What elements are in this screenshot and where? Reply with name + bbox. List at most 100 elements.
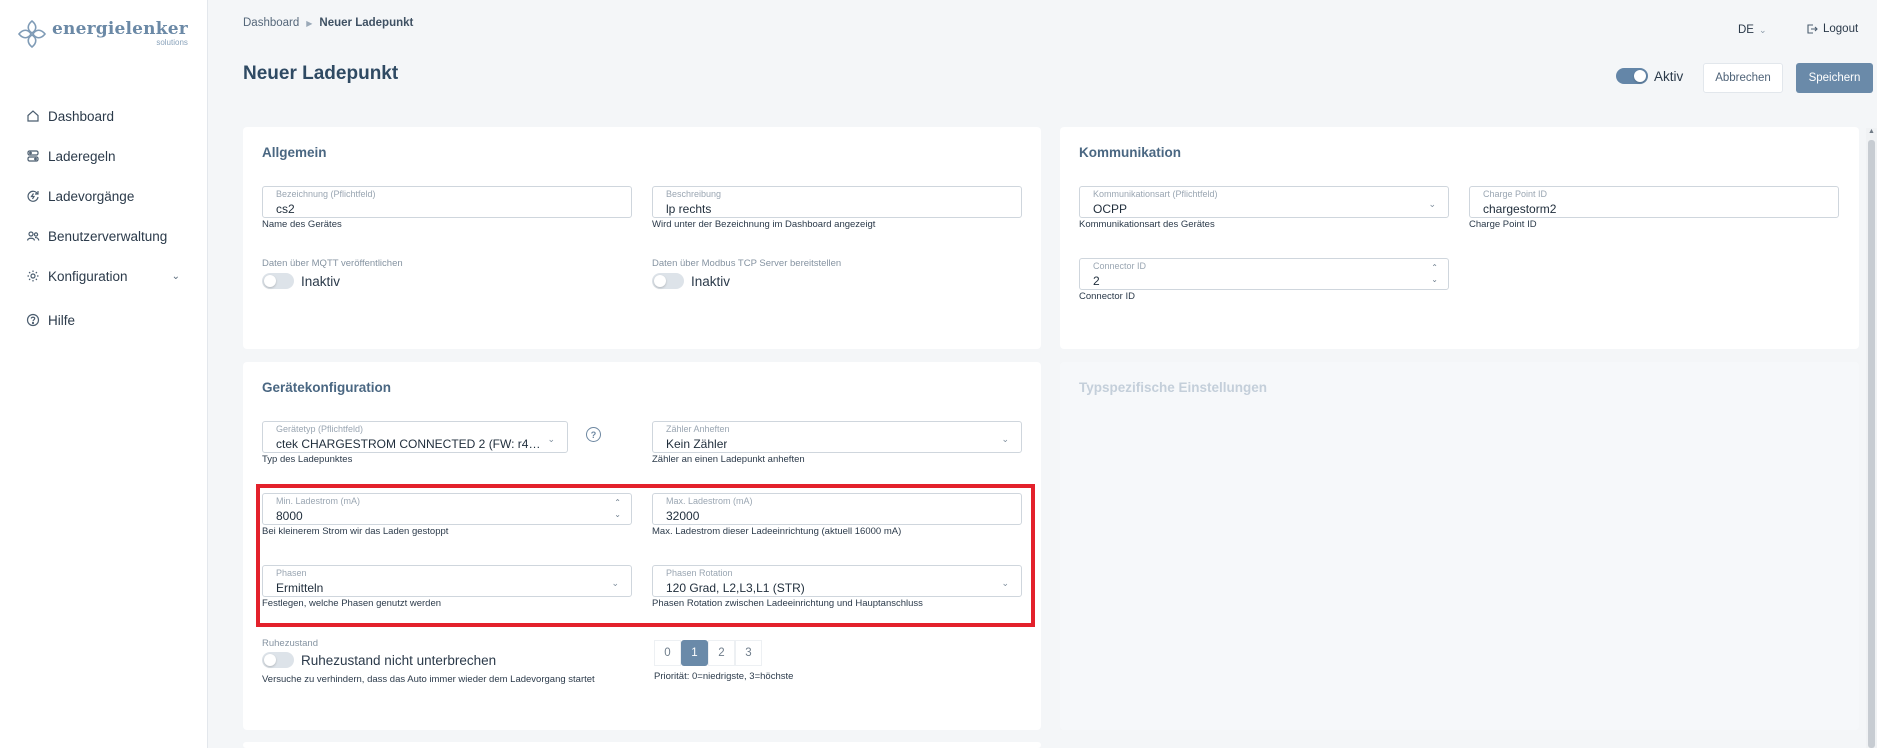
logout-label: Logout <box>1823 23 1859 35</box>
ruhezustand-label: Ruhezustand <box>262 638 318 649</box>
priority-option-2[interactable]: 2 <box>708 640 735 666</box>
users-icon <box>26 229 40 243</box>
kommunikationsart-value: OCPP <box>1093 202 1128 216</box>
logout-button[interactable]: Logout <box>1806 23 1858 35</box>
charge-point-id-hint: Charge Point ID <box>1469 219 1537 230</box>
zaehler-value: Kein Zähler <box>666 437 728 451</box>
charge-point-id-value: chargestorm2 <box>1483 202 1557 216</box>
save-button[interactable]: Speichern <box>1796 63 1873 93</box>
cancel-button[interactable]: Abbrechen <box>1703 63 1783 93</box>
chevron-down-icon: ⌄ <box>547 434 555 444</box>
beschreibung-label: Beschreibung <box>666 189 722 199</box>
kommunikationsart-hint: Kommunikationsart des Gerätes <box>1079 219 1215 230</box>
connector-id-hint: Connector ID <box>1079 291 1135 302</box>
question-help-icon[interactable]: ? <box>586 427 601 442</box>
card-next-peek <box>243 742 1041 748</box>
breadcrumb-current: Neuer Ladepunkt <box>319 17 414 29</box>
mqtt-toggle[interactable] <box>262 273 294 289</box>
logo-icon <box>17 19 47 49</box>
zaehler-select[interactable]: Zähler Anheften Kein Zähler ⌄ <box>652 421 1022 453</box>
sidebar-nav: Dashboard Laderegeln Ladevorgänge Benutz… <box>0 96 208 340</box>
bezeichnung-field[interactable]: Bezeichnung (Pflichtfeld) cs2 <box>262 186 632 218</box>
sidebar-item-label: Ladevorgänge <box>48 188 135 204</box>
sidebar-item-label: Dashboard <box>48 108 115 124</box>
geraetetyp-select[interactable]: Gerätetyp (Pflichtfeld) ctek CHARGESTROM… <box>262 421 568 453</box>
sidebar-item-hilfe[interactable]: Hilfe <box>0 300 208 340</box>
modbus-label: Daten über Modbus TCP Server bereitstell… <box>652 258 842 269</box>
sidebar-item-label: Konfiguration <box>48 268 128 284</box>
sidebar-item-ladevorgaenge[interactable]: Ladevorgänge <box>0 176 208 216</box>
sidebar: energielenker solutions Dashboard Ladere… <box>0 0 208 748</box>
active-toggle[interactable] <box>1616 68 1648 84</box>
ruhezustand-hint: Versuche zu verhindern, dass das Auto im… <box>262 674 595 685</box>
ruhezustand-toggle[interactable] <box>262 652 294 668</box>
ruhezustand-switch-label: Ruhezustand nicht unterbrechen <box>301 652 497 668</box>
connector-id-value: 2 <box>1093 274 1100 288</box>
card-kommunikation <box>1060 127 1859 349</box>
mqtt-switch-row: Inaktiv <box>262 273 340 289</box>
card-typspezifisch <box>1060 362 1859 730</box>
card-title-geraetekonfiguration: Gerätekonfiguration <box>262 380 392 395</box>
geraetetyp-value: ctek CHARGESTROM CONNECTED 2 (FW: r4.3.2… <box>276 437 541 451</box>
red-highlight-box <box>256 484 1035 627</box>
scroll-up-icon[interactable]: ▲ <box>1868 128 1875 135</box>
sidebar-item-benutzerverwaltung[interactable]: Benutzerverwaltung <box>0 216 208 256</box>
sidebar-item-konfiguration[interactable]: Konfiguration ⌄ <box>0 256 208 296</box>
kommunikationsart-select[interactable]: Kommunikationsart (Pflichtfeld) OCPP ⌄ <box>1079 186 1449 218</box>
card-title-typspezifisch: Typspezifische Einstellungen <box>1079 380 1268 395</box>
beschreibung-field[interactable]: Beschreibung lp rechts <box>652 186 1022 218</box>
bezeichnung-hint: Name des Gerätes <box>262 219 342 230</box>
bezeichnung-label: Bezeichnung (Pflichtfeld) <box>276 189 376 199</box>
page-scrollbar[interactable]: ▲ <box>1866 128 1877 748</box>
modbus-state: Inaktiv <box>691 273 731 289</box>
mqtt-label: Daten über MQTT veröffentlichen <box>262 258 403 269</box>
priority-selector: 0 1 2 3 <box>654 640 762 666</box>
gear-icon <box>26 269 40 283</box>
rules-icon <box>26 149 40 163</box>
page-title: Neuer Ladepunkt <box>243 63 399 84</box>
language-value: DE <box>1738 24 1754 36</box>
connector-id-stepper[interactable]: Connector ID 2 ⌃ ⌄ <box>1079 258 1449 290</box>
modbus-toggle[interactable] <box>652 273 684 289</box>
charging-icon <box>26 189 40 203</box>
sidebar-item-laderegeln[interactable]: Laderegeln <box>0 136 208 176</box>
language-select[interactable]: DE ⌄ <box>1738 24 1767 36</box>
kommunikationsart-label: Kommunikationsart (Pflichtfeld) <box>1093 189 1218 199</box>
breadcrumb-root[interactable]: Dashboard <box>243 17 299 29</box>
active-label: Aktiv <box>1654 68 1684 84</box>
logout-icon <box>1807 24 1818 34</box>
scrollbar-thumb[interactable] <box>1868 140 1875 748</box>
zaehler-hint: Zähler an einen Ladepunkt anheften <box>652 454 805 465</box>
home-icon <box>26 109 40 123</box>
active-toggle-group: Aktiv <box>1616 68 1683 84</box>
chevron-down-icon: ⌄ <box>1758 24 1767 35</box>
beschreibung-hint: Wird unter der Bezeichnung im Dashboard … <box>652 219 876 230</box>
sidebar-item-dashboard[interactable]: Dashboard <box>0 96 208 136</box>
breadcrumb-separator-icon: ▶ <box>306 18 313 28</box>
brand-sub: solutions <box>156 38 188 47</box>
breadcrumb: Dashboard ▶ Neuer Ladepunkt <box>243 17 413 29</box>
mqtt-state: Inaktiv <box>301 273 341 289</box>
sidebar-item-label: Laderegeln <box>48 148 116 164</box>
ruhezustand-switch-row: Ruhezustand nicht unterbrechen <box>262 652 496 668</box>
charge-point-id-label: Charge Point ID <box>1483 189 1548 199</box>
bezeichnung-value: cs2 <box>276 202 295 216</box>
geraetetyp-label: Gerätetyp (Pflichtfeld) <box>276 424 364 434</box>
chevron-down-icon: ⌄ <box>1428 199 1436 209</box>
priority-option-3[interactable]: 3 <box>735 640 762 666</box>
card-allgemein <box>243 127 1041 349</box>
modbus-switch-row: Inaktiv <box>652 273 730 289</box>
chevron-down-icon: ⌄ <box>171 270 180 282</box>
sidebar-item-label: Benutzerverwaltung <box>48 228 168 244</box>
priority-option-0[interactable]: 0 <box>654 640 681 666</box>
zaehler-label: Zähler Anheften <box>666 424 730 434</box>
priority-option-1[interactable]: 1 <box>681 640 708 666</box>
priority-hint: Priorität: 0=niedrigste, 3=höchste <box>654 671 794 682</box>
chevron-down-icon: ⌄ <box>1001 434 1009 444</box>
card-title-allgemein: Allgemein <box>262 145 327 160</box>
brand-name: energielenker <box>52 19 188 39</box>
stepper-arrows-icon[interactable]: ⌃ ⌄ <box>1431 262 1438 286</box>
brand-logo[interactable]: energielenker solutions <box>16 18 188 50</box>
charge-point-id-field[interactable]: Charge Point ID chargestorm2 <box>1469 186 1839 218</box>
connector-id-label: Connector ID <box>1093 261 1147 271</box>
